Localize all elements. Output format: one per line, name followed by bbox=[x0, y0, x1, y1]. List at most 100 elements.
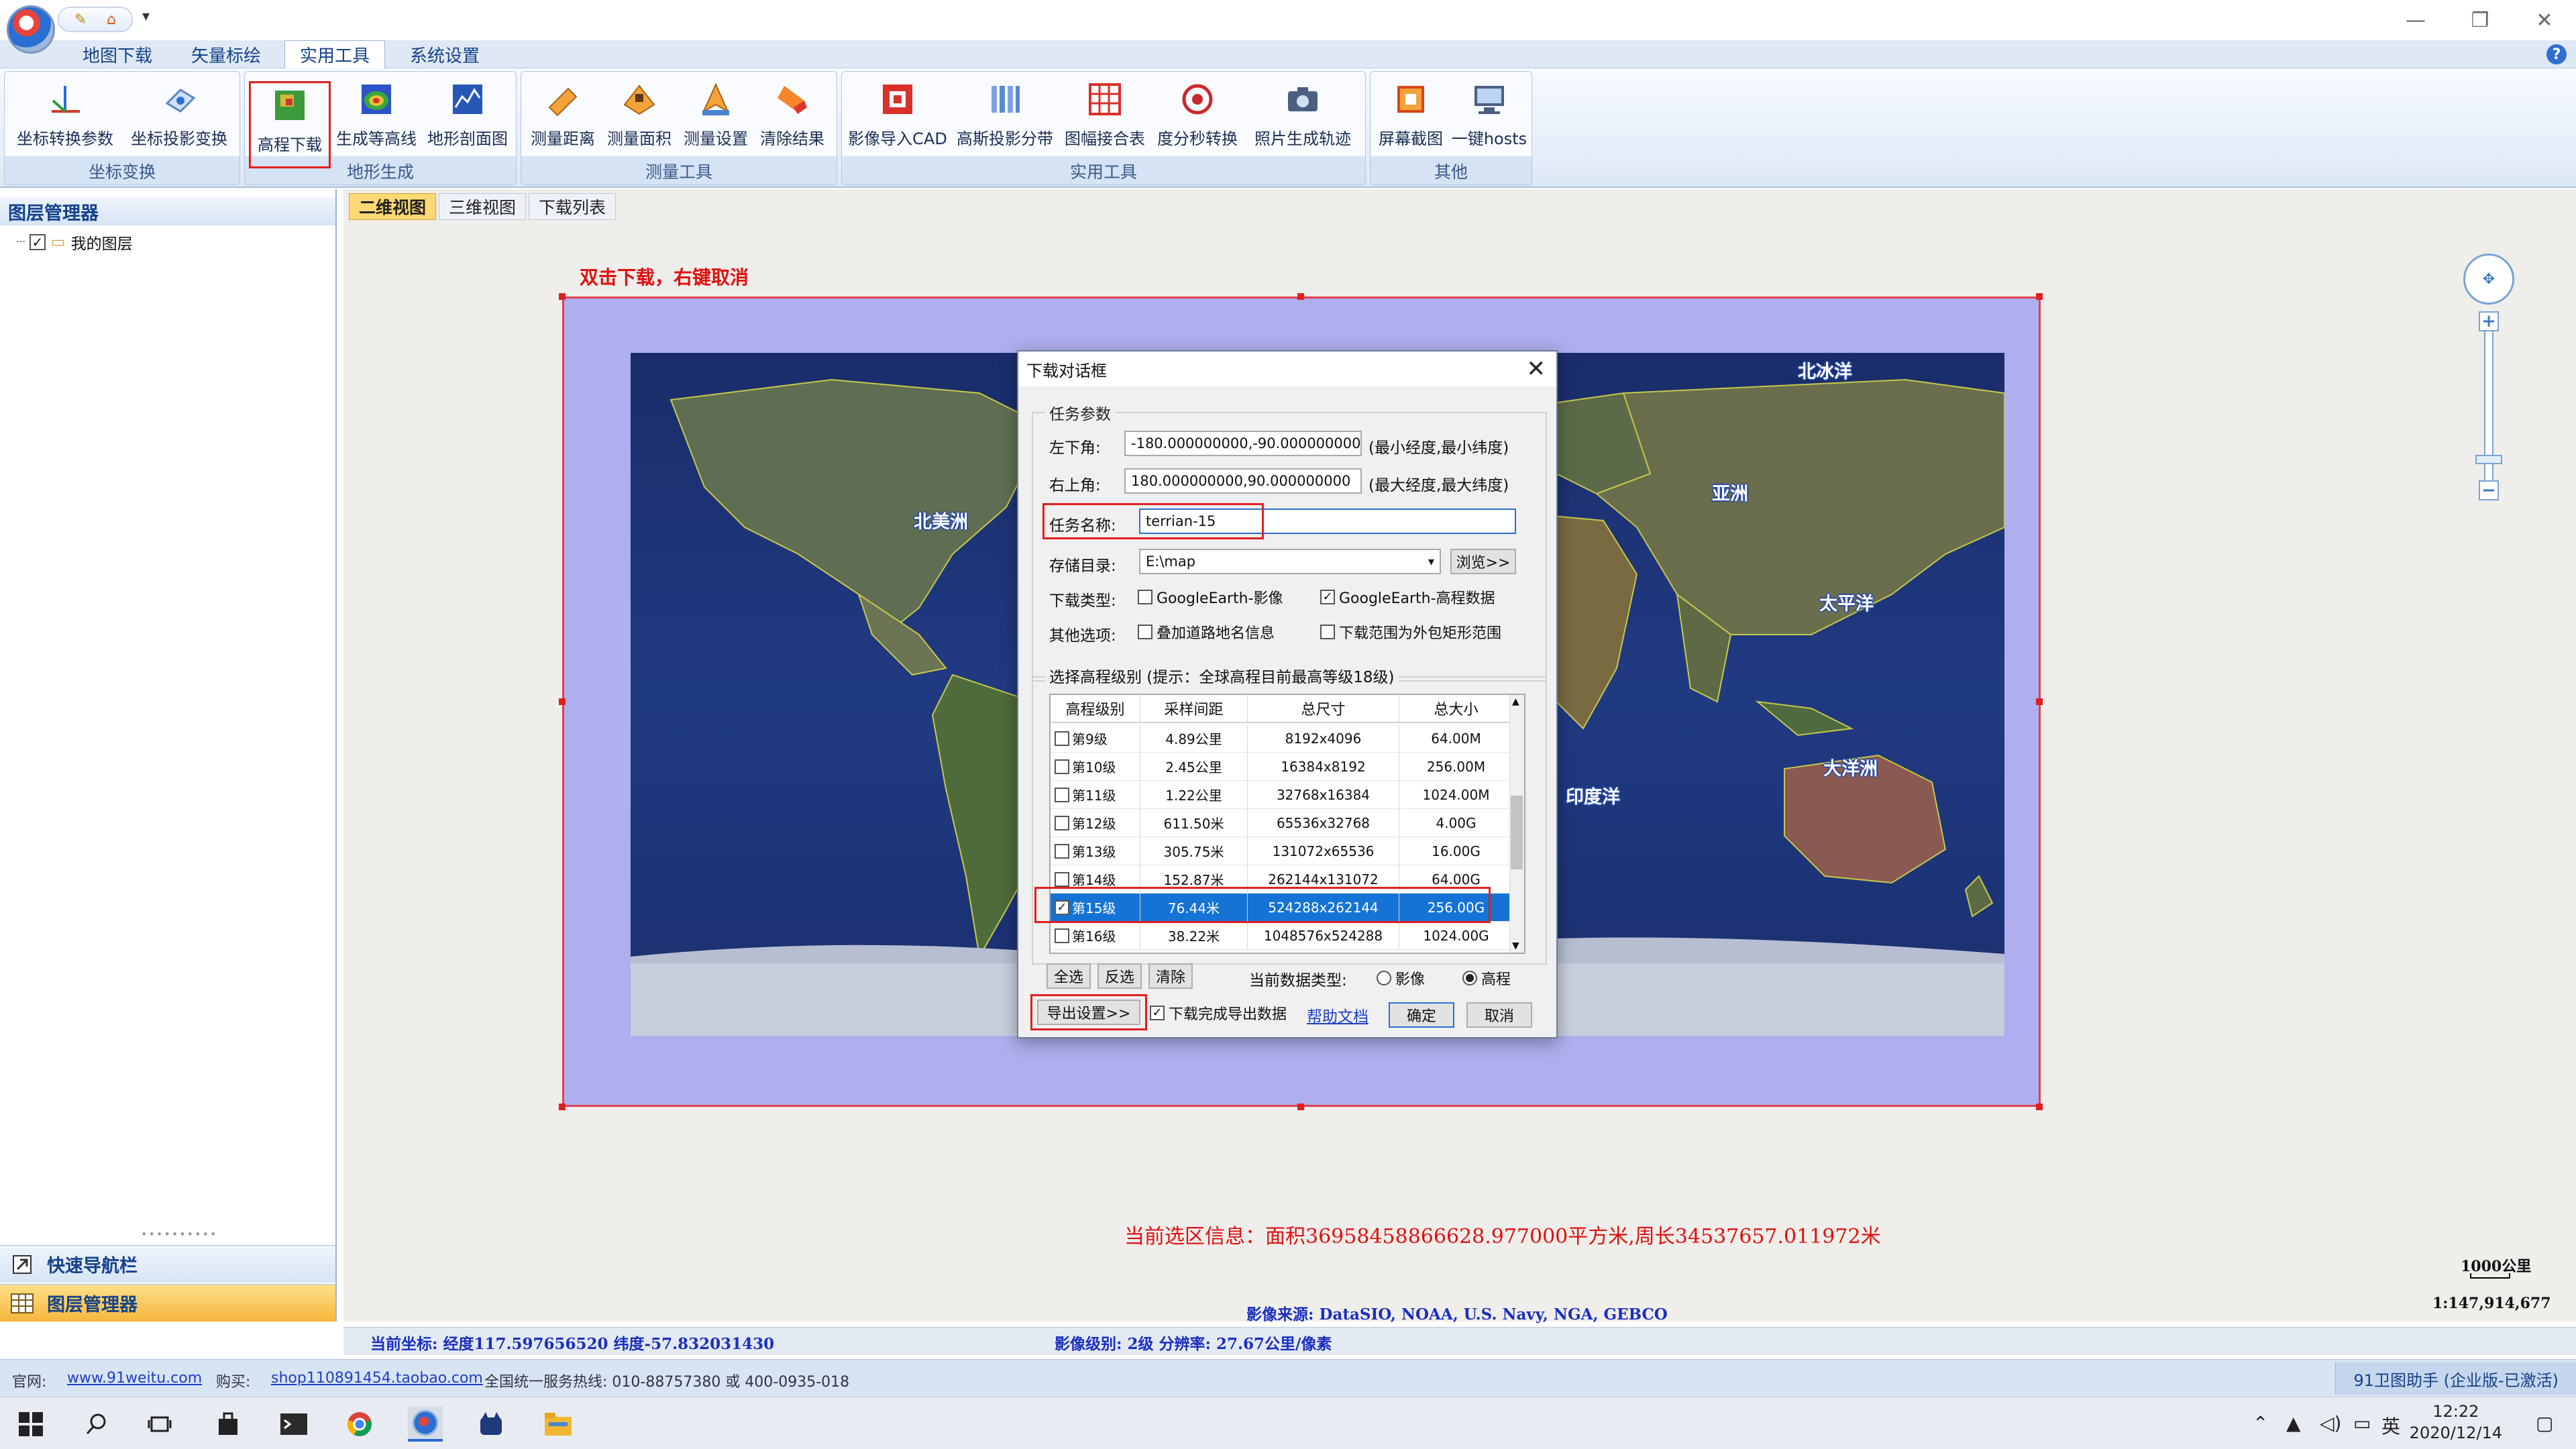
type-image-checkbox[interactable]: GoogleEarth-影像 bbox=[1138, 586, 1283, 608]
lower-left-input[interactable]: -180.000000000,-90.000000000 bbox=[1124, 431, 1362, 456]
measure-settings-button[interactable]: 测量设置 bbox=[678, 77, 753, 155]
coord-params-button[interactable]: 坐标转换参数 bbox=[11, 77, 119, 155]
shop-link[interactable]: shop110891454.taobao.com bbox=[271, 1370, 483, 1387]
selection-handle[interactable] bbox=[2036, 698, 2043, 705]
radio-image[interactable]: 影像 bbox=[1377, 967, 1425, 989]
table-row[interactable]: 第11级 1.22公里 32768x16384 1024.00M bbox=[1051, 781, 1513, 809]
measure-distance-button[interactable]: 测量距离 bbox=[525, 77, 600, 155]
column-header[interactable]: 总尺寸 bbox=[1248, 695, 1399, 722]
row-checkbox[interactable] bbox=[1055, 928, 1069, 943]
coord-projection-button[interactable]: 坐标投影变换 bbox=[124, 77, 234, 155]
nav-layer-manager[interactable]: 图层管理器 bbox=[0, 1284, 335, 1322]
help-doc-link[interactable]: 帮助文档 bbox=[1307, 1004, 1368, 1026]
scroll-down-icon[interactable]: ▼ bbox=[1512, 941, 1519, 951]
hosts-button[interactable]: 一键hosts bbox=[1450, 77, 1529, 155]
table-row[interactable]: 第12级 611.50米 65536x32768 4.00G bbox=[1051, 809, 1513, 837]
help-icon[interactable]: ? bbox=[2546, 44, 2567, 64]
tree-item-my-layers[interactable]: ┄ ✓ ▭ 我的图层 bbox=[16, 231, 133, 254]
row-checkbox[interactable] bbox=[1055, 843, 1069, 859]
storage-dir-select[interactable]: E:\map ▾ bbox=[1139, 549, 1441, 574]
elevation-download-button[interactable]: 高程下载 bbox=[249, 81, 331, 168]
tab-download-list[interactable]: 下载列表 bbox=[529, 193, 616, 220]
table-row[interactable]: 第9级 4.89公里 8192x4096 64.00M bbox=[1051, 724, 1513, 753]
type-dem-checkbox[interactable]: ✓ GoogleEarth-高程数据 bbox=[1320, 586, 1495, 608]
row-checkbox[interactable] bbox=[1055, 787, 1069, 802]
row-checkbox[interactable] bbox=[1055, 731, 1069, 746]
cancel-button[interactable]: 取消 bbox=[1466, 1002, 1532, 1028]
terminal-icon[interactable] bbox=[276, 1407, 311, 1442]
generate-contour-button[interactable]: 生成等高线 bbox=[331, 77, 422, 155]
chrome-icon[interactable] bbox=[342, 1407, 377, 1442]
network-icon[interactable]: ▭ bbox=[2353, 1412, 2371, 1434]
task-view-icon[interactable] bbox=[142, 1407, 177, 1442]
export-after-download-checkbox[interactable]: ✓ 下载完成导出数据 bbox=[1150, 1002, 1287, 1024]
gauss-zone-button[interactable]: 高斯投影分带 bbox=[951, 77, 1059, 155]
ime-indicator[interactable]: 英 bbox=[2381, 1412, 2400, 1439]
pan-control[interactable]: ✥ bbox=[2463, 254, 2514, 305]
sheet-index-button[interactable]: 图幅接合表 bbox=[1059, 77, 1150, 155]
row-checkbox[interactable] bbox=[1055, 759, 1069, 774]
zoom-out-button[interactable]: − bbox=[2479, 480, 2499, 500]
scroll-up-icon[interactable]: ▲ bbox=[1512, 696, 1519, 707]
zoom-slider-thumb[interactable] bbox=[2475, 455, 2502, 464]
app-icon-cat[interactable] bbox=[474, 1407, 508, 1442]
selection-handle[interactable] bbox=[559, 698, 566, 705]
selection-handle[interactable] bbox=[1297, 293, 1304, 300]
app-menu-orb[interactable] bbox=[7, 5, 55, 54]
screenshot-button[interactable]: 屏幕截图 bbox=[1373, 77, 1448, 155]
tab-map-download[interactable]: 地图下载 bbox=[67, 40, 168, 68]
row-checkbox[interactable] bbox=[1055, 815, 1069, 830]
selection-handle[interactable] bbox=[2036, 293, 2043, 300]
clear-selection-button[interactable]: 清除 bbox=[1148, 963, 1193, 989]
zoom-in-button[interactable]: + bbox=[2479, 311, 2499, 331]
zoom-slider[interactable] bbox=[2484, 315, 2493, 496]
browse-button[interactable]: 浏览>> bbox=[1450, 549, 1516, 574]
radio-elevation[interactable]: 高程 bbox=[1462, 967, 1511, 989]
photo-track-button[interactable]: 照片生成轨迹 bbox=[1246, 77, 1360, 155]
terrain-profile-button[interactable]: 地形剖面图 bbox=[422, 77, 513, 155]
bounding-rect-checkbox[interactable]: 下载范围为外包矩形范围 bbox=[1320, 621, 1501, 643]
restore-button[interactable]: ❐ bbox=[2450, 4, 2510, 36]
scrollbar-thumb[interactable] bbox=[1511, 796, 1523, 869]
upper-right-input[interactable]: 180.000000000,90.000000000 bbox=[1124, 468, 1362, 494]
tab-2d-view[interactable]: 二维视图 bbox=[349, 193, 437, 220]
tab-settings[interactable]: 系统设置 bbox=[394, 40, 495, 68]
dms-convert-button[interactable]: 度分秒转换 bbox=[1150, 77, 1244, 155]
home-icon[interactable]: ⌂ bbox=[107, 11, 116, 28]
search-icon[interactable] bbox=[79, 1407, 114, 1442]
table-row[interactable]: 第16级 38.22米 1048576x524288 1024.00G bbox=[1051, 922, 1513, 950]
column-header[interactable]: 高程级别 bbox=[1051, 695, 1140, 722]
website-link[interactable]: www.91weitu.com bbox=[67, 1370, 202, 1387]
table-scrollbar[interactable]: ▲ ▼ bbox=[1509, 695, 1524, 953]
panel-splitter-grip[interactable]: •••••••••• bbox=[141, 1228, 217, 1240]
measure-area-button[interactable]: 测量面积 bbox=[602, 77, 677, 155]
store-icon[interactable] bbox=[211, 1407, 246, 1442]
file-explorer-icon[interactable] bbox=[541, 1407, 576, 1442]
tab-tools[interactable]: 实用工具 bbox=[284, 40, 385, 68]
tray-expand-icon[interactable]: ⌃ bbox=[2253, 1412, 2268, 1434]
dialog-close-button[interactable]: ✕ bbox=[1527, 356, 1546, 382]
volume-icon[interactable]: ◁) bbox=[2320, 1412, 2341, 1434]
nav-quick-navigation[interactable]: 快速导航栏 bbox=[0, 1245, 335, 1283]
selection-handle[interactable] bbox=[559, 293, 566, 300]
table-row[interactable]: 第10级 2.45公里 16384x8192 256.00M bbox=[1051, 753, 1513, 781]
close-button[interactable]: ✕ bbox=[2514, 4, 2575, 36]
overlay-road-checkbox[interactable]: 叠加道路地名信息 bbox=[1138, 621, 1275, 643]
start-icon[interactable] bbox=[13, 1407, 48, 1442]
selection-handle[interactable] bbox=[1297, 1104, 1304, 1110]
tab-vector-plot[interactable]: 矢量标绘 bbox=[176, 40, 276, 68]
minimize-button[interactable]: — bbox=[2385, 4, 2446, 36]
clear-results-button[interactable]: 清除结果 bbox=[755, 77, 830, 155]
weitu-app-icon[interactable] bbox=[408, 1407, 443, 1442]
qat-customize-icon[interactable]: ▾ bbox=[142, 8, 150, 25]
tab-3d-view[interactable]: 三维视图 bbox=[439, 193, 527, 220]
column-header[interactable]: 总大小 bbox=[1399, 695, 1513, 722]
notification-icon[interactable]: ▢ bbox=[2536, 1412, 2553, 1434]
tray-app-icon[interactable]: ▲ bbox=[2286, 1412, 2301, 1434]
clock[interactable]: 12:22 2020/12/14 bbox=[2410, 1401, 2502, 1444]
row-checkbox[interactable] bbox=[1055, 871, 1069, 887]
select-all-button[interactable]: 全选 bbox=[1046, 963, 1091, 989]
invert-selection-button[interactable]: 反选 bbox=[1097, 963, 1142, 989]
column-header[interactable]: 采样间距 bbox=[1140, 695, 1248, 722]
image-to-cad-button[interactable]: 影像导入CAD bbox=[845, 77, 951, 155]
